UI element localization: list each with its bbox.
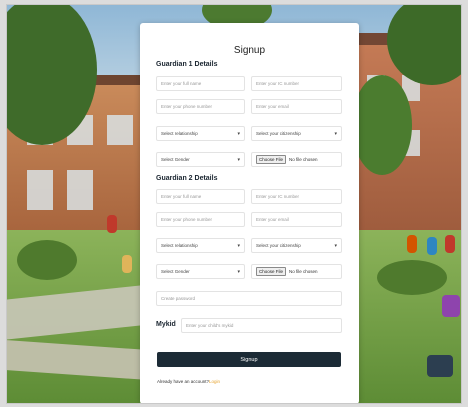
placeholder-text: Enter your IC number	[256, 194, 300, 199]
guardian2-file-input[interactable]: Choose File No file chosen	[251, 264, 342, 279]
login-link[interactable]: Login	[209, 379, 220, 384]
child-figure	[427, 237, 437, 255]
page-title: Signup	[233, 45, 266, 56]
placeholder-text: Enter your full name	[161, 81, 202, 86]
file-status: No file chosen	[289, 157, 318, 162]
guardian1-full-name-input[interactable]: Enter your full name	[156, 76, 245, 91]
placeholder-text: Enter your phone number	[161, 104, 213, 109]
choose-file-button[interactable]: Choose File	[256, 267, 287, 276]
child-figure	[427, 355, 453, 377]
placeholder-text: Enter your child's mykid	[186, 323, 234, 328]
guardian2-phone-input[interactable]: Enter your phone number	[156, 212, 245, 227]
child-figure	[407, 235, 417, 253]
guardian2-gender-select[interactable]: Select Gender ▾	[156, 264, 245, 279]
selected-value: Select Gender	[161, 157, 190, 162]
guardian1-phone-input[interactable]: Enter your phone number	[156, 99, 245, 114]
guardian2-citizenship-select[interactable]: Select your citizenship ▾	[251, 238, 342, 253]
child-figure	[107, 215, 117, 233]
chevron-down-icon: ▾	[237, 156, 240, 163]
guardian2-full-name-input[interactable]: Enter your full name	[156, 189, 245, 204]
placeholder-text: Enter your email	[256, 217, 289, 222]
password-input[interactable]: Create password	[156, 291, 342, 306]
footer-text: Already have an account?	[157, 379, 210, 384]
login-prompt: Already have an account?Login	[157, 379, 220, 384]
selected-value: Select relationship	[161, 243, 198, 248]
app-window: Signup Guardian 1 Details Enter your ful…	[6, 4, 462, 404]
selected-value: Select relationship	[161, 131, 198, 136]
guardian2-email-input[interactable]: Enter your email	[251, 212, 342, 227]
selected-value: Select your citizenship	[256, 131, 301, 136]
chevron-down-icon: ▾	[237, 242, 240, 249]
child-figure	[122, 255, 132, 273]
guardian2-ic-input[interactable]: Enter your IC number	[251, 189, 342, 204]
guardian1-citizenship-select[interactable]: Select your citizenship ▾	[251, 126, 342, 141]
guardian1-relationship-select[interactable]: Select relationship ▾	[156, 126, 245, 141]
selected-value: Select Gender	[161, 269, 190, 274]
child-figure	[445, 235, 455, 253]
signup-button[interactable]: Signup	[157, 352, 341, 367]
bush	[17, 240, 77, 280]
placeholder-text: Enter your phone number	[161, 217, 213, 222]
guardian1-gender-select[interactable]: Select Gender ▾	[156, 152, 245, 167]
mykid-input[interactable]: Enter your child's mykid	[181, 318, 342, 333]
child-figure	[442, 295, 460, 317]
guardian1-ic-input[interactable]: Enter your IC number	[251, 76, 342, 91]
guardian2-relationship-select[interactable]: Select relationship ▾	[156, 238, 245, 253]
selected-value: Select your citizenship	[256, 243, 301, 248]
mykid-label: Mykid	[156, 321, 176, 328]
guardian2-heading: Guardian 2 Details	[156, 175, 218, 182]
bush	[377, 260, 447, 295]
file-status: No file chosen	[289, 269, 318, 274]
choose-file-button[interactable]: Choose File	[256, 155, 287, 164]
guardian1-heading: Guardian 1 Details	[156, 61, 218, 68]
chevron-down-icon: ▾	[334, 130, 337, 137]
window	[107, 115, 133, 145]
placeholder-text: Create password	[161, 296, 196, 301]
chevron-down-icon: ▾	[237, 130, 240, 137]
placeholder-text: Enter your full name	[161, 194, 202, 199]
chevron-down-icon: ▾	[237, 268, 240, 275]
guardian1-email-input[interactable]: Enter your email	[251, 99, 342, 114]
tree	[352, 75, 412, 175]
window	[67, 170, 93, 210]
placeholder-text: Enter your IC number	[256, 81, 300, 86]
signup-card: Signup Guardian 1 Details Enter your ful…	[140, 23, 359, 403]
chevron-down-icon: ▾	[334, 242, 337, 249]
guardian1-file-input[interactable]: Choose File No file chosen	[251, 152, 342, 167]
window	[27, 170, 53, 210]
placeholder-text: Enter your email	[256, 104, 289, 109]
